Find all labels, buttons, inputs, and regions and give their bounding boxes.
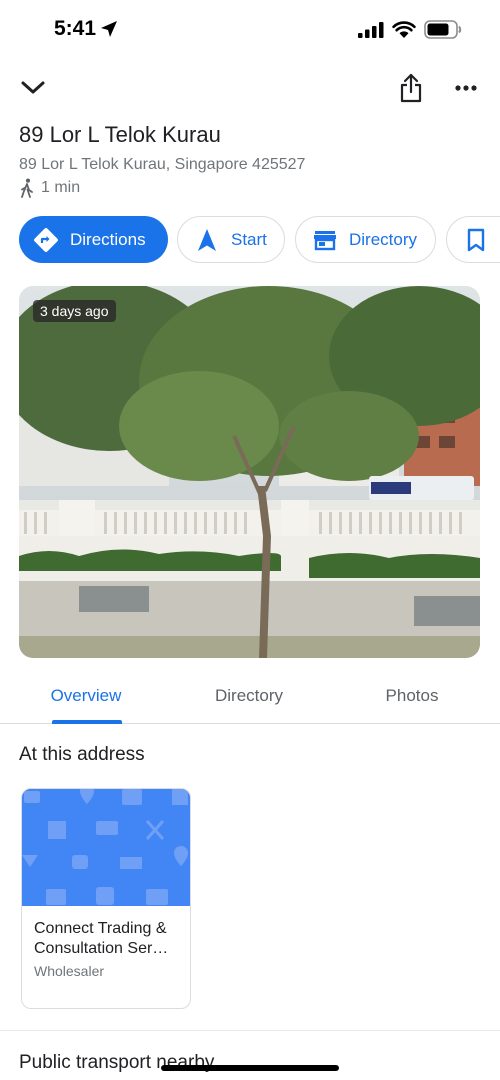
start-button[interactable]: Start (177, 216, 285, 263)
share-button[interactable] (396, 72, 426, 104)
storefront-icon (314, 230, 336, 250)
category-pattern-banner (22, 789, 190, 906)
save-button[interactable]: S (446, 216, 500, 263)
walk-time: 1 min (41, 179, 81, 196)
tab-overview[interactable]: Overview (16, 686, 156, 706)
walk-time-row: 1 min (19, 178, 80, 198)
start-label: Start (231, 229, 267, 249)
more-options-button[interactable] (452, 78, 480, 98)
place-address: 89 Lor L Telok Kurau, Singapore 425527 (19, 156, 306, 173)
more-icon (455, 85, 477, 91)
active-tab-indicator (52, 720, 122, 724)
tab-directory[interactable]: Directory (179, 686, 319, 706)
home-indicator[interactable] (161, 1065, 339, 1071)
collapse-button[interactable] (18, 74, 48, 102)
location-arrow-icon (101, 21, 117, 37)
at-this-address-heading: At this address (19, 744, 145, 765)
business-category: Wholesaler (34, 963, 105, 979)
photo-age-badge: 3 days ago (33, 300, 116, 322)
directions-icon (34, 227, 58, 252)
place-title: 89 Lor L Telok Kurau (19, 122, 221, 147)
directions-button[interactable]: Directions (19, 216, 168, 263)
business-card[interactable]: Connect Trading & Consultation Ser… Whol… (21, 788, 191, 1009)
signal-icon (358, 22, 384, 38)
navigation-arrow-icon (198, 228, 216, 251)
bookmark-icon (467, 228, 485, 251)
directory-button[interactable]: Directory (295, 216, 436, 263)
section-divider (0, 1030, 500, 1031)
directions-label: Directions (70, 229, 146, 249)
business-name: Connect Trading & Consultation Ser… (34, 920, 169, 957)
action-chips: Directions Start Directory S (19, 216, 500, 264)
wifi-icon (392, 21, 416, 38)
status-bar: 5:41 (0, 0, 500, 60)
share-icon (400, 73, 422, 103)
street-scene-image (19, 286, 480, 658)
tab-photos[interactable]: Photos (342, 686, 482, 706)
walk-icon (21, 178, 33, 198)
street-view-photo[interactable]: 3 days ago (19, 286, 480, 658)
status-time: 5:41 (54, 17, 97, 40)
chevron-down-icon (21, 81, 45, 94)
place-tabs: Overview Directory Photos (0, 670, 500, 724)
battery-icon (424, 20, 462, 39)
directory-label: Directory (349, 229, 418, 249)
